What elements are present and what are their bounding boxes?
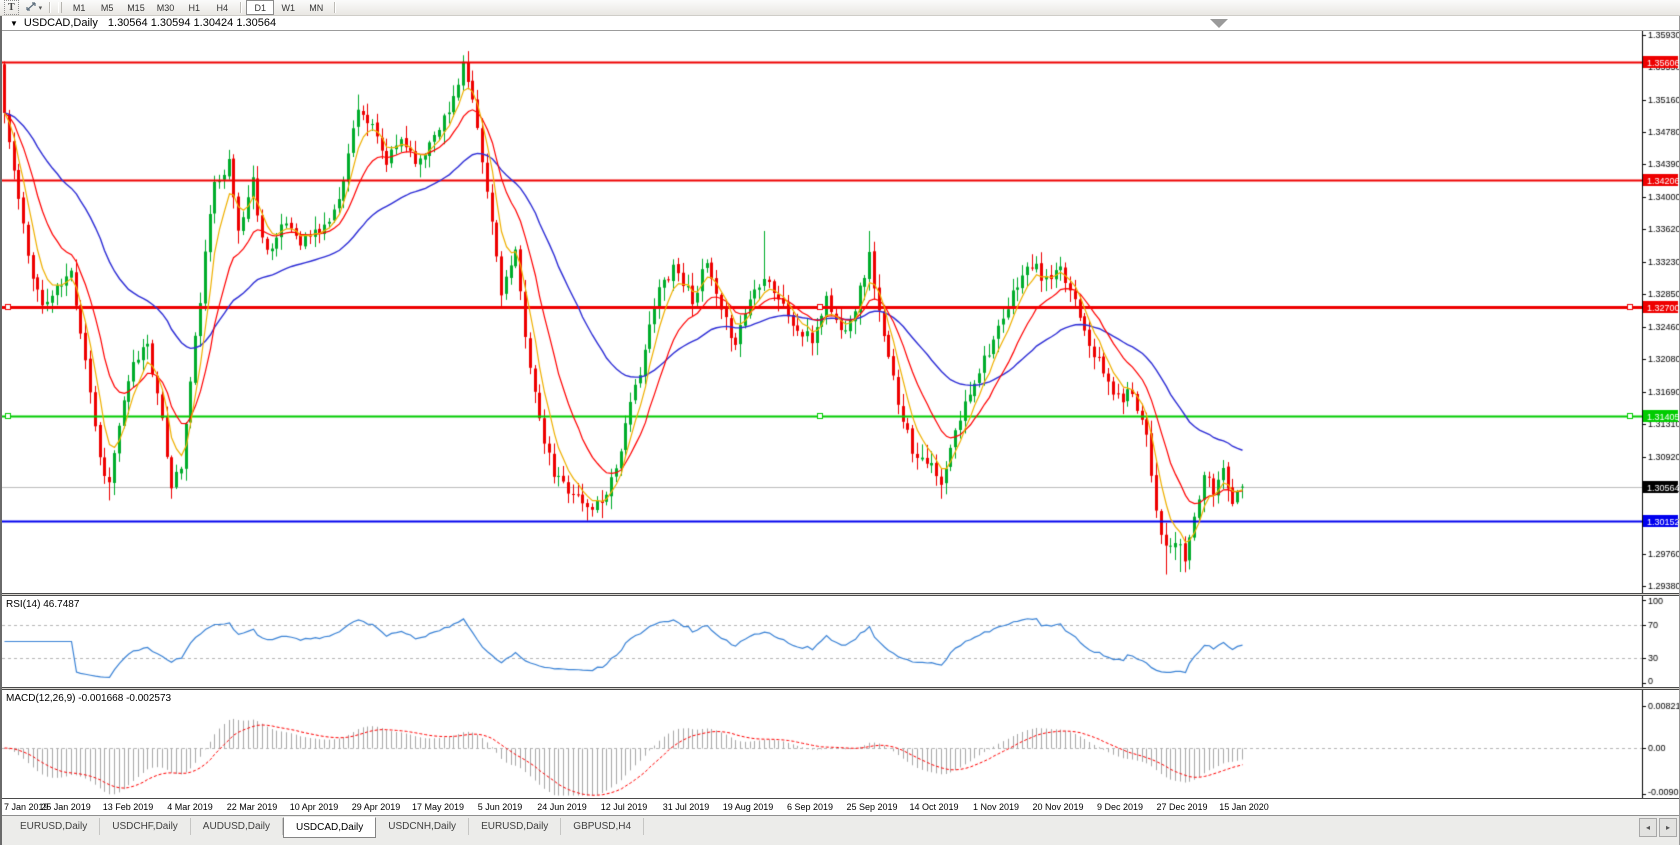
- chart-tab-USDCNH-Daily[interactable]: USDCNH,Daily: [376, 818, 470, 835]
- date-tick-label: 12 Jul 2019: [600, 802, 648, 812]
- date-tick-label: 25 Sep 2019: [846, 802, 898, 812]
- date-tick-label: 14 Oct 2019: [909, 802, 959, 812]
- date-tick-label: 25 Jan 2019: [41, 802, 91, 812]
- chart-tab-AUDUSD-Daily[interactable]: AUDUSD,Daily: [191, 818, 284, 835]
- timeframe-button-MN[interactable]: MN: [302, 0, 330, 15]
- date-tick-label: 27 Dec 2019: [1156, 802, 1208, 812]
- cursor-tool-button[interactable]: ▾: [22, 0, 46, 15]
- chart-tab-EURUSD-Daily[interactable]: EURUSD,Daily: [469, 818, 562, 835]
- date-tick-label: 31 Jul 2019: [662, 802, 710, 812]
- chart-tab-EURUSD-Daily[interactable]: EURUSD,Daily: [8, 818, 101, 835]
- move-crosshair-icon: [25, 1, 37, 14]
- chart-tab-USDCHF-Daily[interactable]: USDCHF,Daily: [100, 818, 191, 835]
- date-tick-label: 29 Apr 2019: [351, 802, 401, 812]
- date-tick-label: 17 May 2019: [411, 802, 465, 812]
- chart-ohlc-values: 1.30564 1.30594 1.30424 1.30564: [107, 17, 277, 29]
- text-label-tool-button[interactable]: T: [4, 0, 19, 15]
- chart-window: ▼ USDCAD,Daily 1.30564 1.30594 1.30424 1…: [0, 16, 1680, 845]
- chart-tab-GBPUSD-H4[interactable]: GBPUSD,H4: [561, 818, 645, 835]
- main-chart-canvas[interactable]: [2, 31, 1679, 593]
- chart-title-strip: ▼ USDCAD,Daily 1.30564 1.30594 1.30424 1…: [2, 16, 1679, 31]
- toolbar-separator: [334, 2, 337, 13]
- timeframe-buttons: M1 M5 M15 M30 H1 H4 D1 W1 MN: [65, 0, 340, 15]
- date-tick-label: 15 Jan 2020: [1219, 802, 1269, 812]
- date-tick-label: 13 Feb 2019: [102, 802, 154, 812]
- date-tick-label: 5 Jun 2019: [477, 802, 523, 812]
- date-axis[interactable]: 7 Jan 2019 25 Jan 2019 13 Feb 2019 4 Mar 20…: [2, 798, 1679, 815]
- toolbar-grip: [58, 2, 63, 13]
- chart-shift-marker[interactable]: [1210, 19, 1228, 28]
- macd-label: MACD(12,26,9) -0.001668 -0.002573: [6, 693, 172, 704]
- collapse-triangle-icon[interactable]: ▼: [10, 19, 18, 28]
- date-tick-label: 24 Jun 2019: [537, 802, 587, 812]
- toolbar-separator: [240, 2, 243, 13]
- dropdown-caret-icon: ▾: [38, 4, 43, 12]
- toolbar-separator: [49, 2, 52, 13]
- timeframe-button-H4[interactable]: H4: [208, 0, 236, 15]
- timeframe-button-M30[interactable]: M30: [151, 0, 181, 15]
- date-tick-label: 19 Aug 2019: [722, 802, 774, 812]
- date-tick-label: 1 Nov 2019: [972, 802, 1020, 812]
- chart-tab-USDCAD-Daily[interactable]: USDCAD,Daily: [283, 817, 377, 838]
- date-tick-label: 10 Apr 2019: [289, 802, 339, 812]
- timeframe-button-M15[interactable]: M15: [121, 0, 151, 15]
- timeframe-button-H1[interactable]: H1: [180, 0, 208, 15]
- timeframe-toolbar: T ▾ M1 M5 M15 M30 H1 H4 D1 W1 MN: [0, 0, 1680, 16]
- date-tick-label: 20 Nov 2019: [1032, 802, 1084, 812]
- timeframe-button-M5[interactable]: M5: [93, 0, 121, 15]
- chart-symbol-period: USDCAD,Daily: [23, 17, 98, 29]
- timeframe-button-M1[interactable]: M1: [65, 0, 93, 15]
- chart-tab-bar: EURUSD,Daily USDCHF,Daily AUDUSD,Daily USDC…: [2, 815, 1679, 845]
- tab-scroll-left-button[interactable]: ◂: [1639, 818, 1657, 837]
- macd-panel-canvas[interactable]: [2, 690, 1679, 798]
- tab-scroll-right-button[interactable]: ▸: [1659, 818, 1677, 837]
- timeframe-button-W1[interactable]: W1: [274, 0, 302, 15]
- date-tick-label: 22 Mar 2019: [226, 802, 278, 812]
- rsi-panel-canvas[interactable]: [2, 596, 1679, 687]
- date-tick-label: 9 Dec 2019: [1096, 802, 1144, 812]
- rsi-label: RSI(14) 46.7487: [6, 599, 80, 610]
- date-tick-label: 6 Sep 2019: [786, 802, 834, 812]
- date-tick-label: 4 Mar 2019: [167, 802, 213, 812]
- timeframe-button-D1[interactable]: D1: [246, 0, 275, 15]
